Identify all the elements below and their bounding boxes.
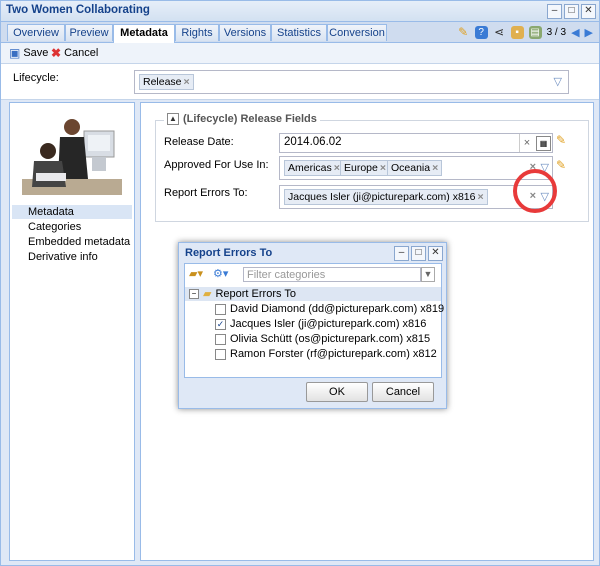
previous-icon[interactable]: ◀ — [571, 26, 579, 39]
highlight-circle — [513, 169, 557, 213]
tree-root-label: Report Errors To — [215, 288, 296, 300]
next-icon[interactable]: ▶ — [585, 26, 593, 39]
contact-chip: Jacques Isler (ji@picturepark.com) x816 × — [284, 189, 488, 205]
approved-label: Approved For Use In: — [164, 159, 269, 171]
region-chip-label: Americas — [288, 162, 332, 174]
edit-approved-icon[interactable]: ✎ — [556, 158, 566, 172]
folder-icon: ▰ — [203, 288, 212, 300]
lifecycle-label: Lifecycle: — [13, 72, 59, 84]
report-errors-field[interactable]: Jacques Isler (ji@picturepark.com) x816 ×… — [279, 185, 553, 209]
nav-item-embedded-metadata[interactable]: Embedded metadata — [12, 235, 132, 249]
remove-icon[interactable]: × — [477, 191, 483, 203]
checkbox-checked[interactable]: ✓ — [215, 318, 226, 330]
nav-item-categories[interactable]: Categories — [12, 220, 132, 234]
window-controls: – □ ✕ — [547, 4, 596, 19]
tab-rights[interactable]: Rights — [175, 24, 219, 41]
save-label: Save — [23, 47, 49, 59]
close-icon[interactable]: ✕ — [428, 246, 443, 261]
filter-input[interactable]: Filter categories — [243, 267, 421, 282]
dialog-controls: – □ ✕ — [394, 246, 443, 261]
maximize-icon[interactable]: □ — [564, 4, 579, 19]
package-icon[interactable]: ▪ — [510, 25, 524, 39]
tab-bar: Overview Preview Metadata Rights Version… — [1, 22, 599, 43]
lifecycle-field[interactable]: Release × ▽ — [134, 70, 569, 94]
share-icon[interactable]: ⋖ — [493, 25, 506, 39]
maximize-icon[interactable]: □ — [411, 246, 426, 261]
tab-metadata[interactable]: Metadata — [113, 24, 175, 43]
tree-item-label: David Diamond (dd@picturepark.com) x819 — [230, 303, 445, 315]
asset-thumbnail — [22, 119, 122, 195]
remove-icon[interactable]: × — [432, 162, 438, 174]
minimize-icon[interactable]: – — [394, 246, 409, 261]
tab-versions[interactable]: Versions — [219, 24, 271, 41]
tree-item[interactable]: ✓ Jacques Isler (ji@picturepark.com) x81… — [215, 317, 426, 331]
release-date-field[interactable]: 2014.06.02 × ▦ — [279, 133, 553, 153]
report-errors-dialog: Report Errors To – □ ✕ ▰▾ ⚙▾ Filter cate… — [178, 242, 447, 409]
lifecycle-chip: Release × — [139, 74, 194, 90]
page-counter: 3 / 3 — [546, 26, 567, 38]
tree-item-label: Ramon Forster (rf@picturepark.com) x812 — [230, 348, 437, 360]
folder-menu-icon[interactable]: ▰▾ — [189, 267, 203, 280]
region-chip: Americas × — [284, 160, 344, 176]
region-chip-label: Europe — [344, 162, 378, 174]
calendar-icon[interactable]: ▦ — [536, 136, 551, 151]
tree-item[interactable]: Ramon Forster (rf@picturepark.com) x812 — [215, 347, 437, 361]
tab-statistics[interactable]: Statistics — [271, 24, 327, 41]
tree-item[interactable]: Olivia Schütt (os@picturepark.com) x815 — [215, 332, 430, 346]
checkbox[interactable] — [215, 333, 226, 345]
contact-chip-label: Jacques Isler (ji@picturepark.com) x816 — [288, 191, 476, 203]
dropdown-icon[interactable]: ▽ — [554, 75, 562, 88]
window-title: Two Women Collaborating — [6, 4, 150, 16]
remove-icon[interactable]: × — [184, 76, 190, 88]
edit-pencil-icon[interactable]: ✎ — [457, 25, 470, 39]
filter-icon[interactable]: ▼ — [421, 267, 435, 282]
tab-conversion[interactable]: Conversion — [327, 24, 387, 41]
export-icon[interactable]: ▤ — [528, 25, 542, 39]
cancel-icon: ✖ — [51, 46, 62, 60]
tree-root[interactable]: − ▰ Report Errors To — [189, 287, 296, 301]
minimize-icon[interactable]: – — [547, 4, 562, 19]
tree-item-label: Olivia Schütt (os@picturepark.com) x815 — [230, 333, 431, 345]
action-toolbar: ▣ Save ✖ Cancel — [1, 43, 599, 64]
tree-item[interactable]: David Diamond (dd@picturepark.com) x819 — [215, 302, 444, 316]
remove-icon[interactable]: × — [380, 162, 386, 174]
nav-item-derivative-info[interactable]: Derivative info — [12, 250, 132, 264]
region-chip: Oceania × — [387, 160, 443, 176]
settings-menu-icon[interactable]: ⚙▾ — [213, 267, 228, 280]
dialog-body: ▰▾ ⚙▾ Filter categories ▼ − ▰ Report Err… — [184, 263, 444, 378]
ok-button[interactable]: OK — [306, 382, 368, 402]
nav-item-metadata[interactable]: Metadata — [12, 205, 132, 219]
collapse-icon[interactable]: ▲ — [167, 113, 179, 125]
collapse-icon[interactable]: − — [189, 289, 199, 299]
clear-icon[interactable]: × — [519, 134, 534, 152]
checkbox[interactable] — [215, 303, 226, 315]
report-errors-label: Report Errors To: — [164, 187, 248, 199]
tab-preview[interactable]: Preview — [65, 24, 113, 41]
help-icon[interactable]: ? — [474, 25, 488, 39]
remove-icon[interactable]: × — [334, 162, 340, 174]
checkbox[interactable] — [215, 348, 226, 360]
cancel-label: Cancel — [64, 47, 99, 59]
lifecycle-chip-label: Release — [143, 76, 182, 88]
tab-overview[interactable]: Overview — [7, 24, 65, 41]
cancel-button[interactable]: ✖ Cancel — [51, 46, 98, 60]
left-panel: Metadata Categories Embedded metadata De… — [9, 102, 135, 561]
save-button[interactable]: ▣ Save — [9, 46, 48, 60]
approved-field[interactable]: Americas × Europe × Oceania × × ▽ — [279, 156, 553, 180]
tree-item-label: Jacques Isler (ji@picturepark.com) x816 — [230, 318, 427, 330]
edit-release-date-icon[interactable]: ✎ — [556, 133, 566, 147]
section-title: (Lifecycle) Release Fields — [183, 113, 317, 125]
release-date-label: Release Date: — [164, 136, 234, 148]
tab-tools: ✎ ? ⋖ ▪ ▤ 3 / 3 ◀ ▶ — [457, 25, 593, 39]
dialog-title: Report Errors To — [185, 247, 273, 259]
release-date-value: 2014.06.02 — [284, 136, 342, 148]
region-chip-label: Oceania — [391, 162, 431, 174]
section-header: ▲ (Lifecycle) Release Fields — [164, 113, 320, 125]
region-chip: Europe × — [340, 160, 390, 176]
close-icon[interactable]: ✕ — [581, 4, 596, 19]
save-icon: ▣ — [9, 46, 21, 60]
window-titlebar: Two Women Collaborating – □ ✕ — [1, 1, 599, 22]
lifecycle-row: Lifecycle: Release × ▽ — [1, 64, 599, 100]
dialog-cancel-button[interactable]: Cancel — [372, 382, 434, 402]
